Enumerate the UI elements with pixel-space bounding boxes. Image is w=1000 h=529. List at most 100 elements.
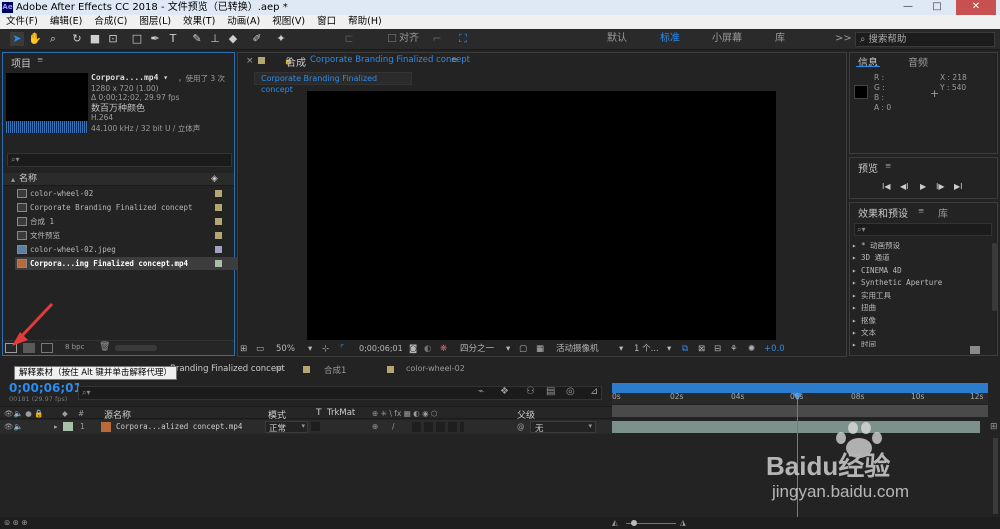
roto-brush-tool-icon[interactable]: ✐ [250, 32, 264, 46]
switches-icons[interactable]: ⊕ ✳ \ fx ▦ ◐ ◉ ⬡ [372, 409, 438, 418]
zoom-dropdown[interactable]: 50% [276, 341, 295, 357]
panel-menu-icon[interactable]: ≡ [451, 55, 457, 64]
timeline-tab-comp1[interactable]: 合成1 [324, 364, 346, 376]
column-trkmat[interactable]: TrkMat [327, 408, 355, 418]
selection-tool-icon[interactable]: ➤ [10, 32, 24, 46]
reset-exposure-icon[interactable]: ✺ [748, 341, 755, 357]
column-name[interactable]: 名称 [19, 173, 37, 186]
workspace-small-screen[interactable]: 小屏幕 [712, 32, 742, 46]
type-tool-icon[interactable]: T [166, 32, 180, 46]
effect-category[interactable]: ▸ CINEMA 4D [852, 265, 902, 277]
snap-checkbox[interactable]: ☐ [385, 32, 399, 46]
panel-menu-icon[interactable]: ≡ [275, 364, 283, 374]
effect-category[interactable]: ▸ 实用工具 [852, 290, 891, 302]
maximize-button[interactable]: □ [924, 0, 950, 15]
pickwhip-icon[interactable]: @ [517, 422, 525, 431]
work-area-range[interactable] [612, 405, 988, 417]
label-swatch[interactable] [215, 218, 222, 225]
footage-name[interactable]: Corpora....mp4 ▾ [91, 73, 168, 82]
puppet-tool-icon[interactable]: ✦ [274, 32, 288, 46]
timeline-timecode[interactable]: 0;00;06;01 [9, 381, 82, 395]
effect-category[interactable]: ▸ Synthetic Aperture [852, 277, 942, 289]
menu-layer[interactable]: 图层(L) [133, 15, 177, 29]
rotate-tool-icon[interactable]: ↻ [70, 32, 84, 46]
minimize-button[interactable]: — [895, 0, 921, 15]
zoom-tool-icon[interactable]: ⌕ [46, 32, 60, 46]
menu-help[interactable]: 帮助(H) [342, 15, 388, 29]
scroll-icon[interactable]: ⊞ [990, 422, 998, 432]
workspace-library[interactable]: 库 [775, 32, 785, 46]
trash-icon[interactable]: 🗑 [99, 342, 110, 352]
visibility-icon[interactable]: 👁🔈 [4, 422, 23, 431]
workspace-standard[interactable]: 标准 [660, 32, 680, 46]
bit-depth-button[interactable]: 8 bpc [65, 343, 84, 351]
panel-menu-icon[interactable]: ≡ [37, 55, 43, 64]
panel-menu-icon[interactable]: ≡ [918, 206, 924, 215]
number-icon[interactable]: # [78, 409, 84, 418]
composition-mini-flowchart-icon[interactable]: ⌁ [478, 386, 484, 397]
camera-dropdown[interactable]: 活动摄像机 [556, 341, 599, 357]
effects-scrollbar[interactable] [992, 243, 997, 311]
magnification-icon[interactable]: ⊞ [240, 341, 247, 357]
label-swatch[interactable] [215, 260, 222, 267]
play-icon[interactable]: ▶ [920, 182, 926, 191]
close-tab-icon[interactable]: × [246, 56, 254, 66]
menu-effect[interactable]: 效果(T) [177, 15, 221, 29]
expand-arrow-icon[interactable]: ▸ [54, 422, 58, 431]
label-column-icon[interactable]: ◈ [211, 173, 218, 186]
chevron-down-icon[interactable]: ▾ [619, 341, 623, 357]
menu-composition[interactable]: 合成(C) [88, 15, 133, 29]
chevron-down-icon[interactable]: ▾ [506, 341, 510, 357]
show-snapshot-icon[interactable]: ◐ [424, 341, 431, 357]
blend-mode-dropdown[interactable]: 正常 ▾ [265, 421, 308, 434]
zoom-out-icon[interactable]: ◭ [612, 518, 618, 527]
label-swatch[interactable] [215, 232, 222, 239]
label-swatch[interactable] [215, 204, 222, 211]
project-search-input[interactable]: ⌕▾ [7, 153, 232, 167]
column-t[interactable]: T [316, 408, 322, 418]
hand-tool-icon[interactable]: ✋ [28, 32, 42, 46]
zoom-slider-handle[interactable] [631, 520, 637, 526]
comp-tab[interactable]: Corporate Branding Finalized concept [254, 72, 412, 94]
mask-visibility-icon[interactable]: ⌜ [340, 341, 344, 357]
timeline-tab-active[interactable]: Branding Finalized concept [170, 364, 285, 374]
menu-window[interactable]: 窗口 [311, 15, 342, 29]
effects-search-input[interactable]: ⌕▾ [854, 223, 992, 236]
shy-icon[interactable]: ⚇ [526, 386, 535, 397]
rectangle-tool-icon[interactable]: □ [130, 32, 144, 46]
project-item[interactable]: color-wheel-02 [15, 187, 237, 200]
graph-editor-icon[interactable]: ⊿ [590, 386, 598, 397]
workspace-default[interactable]: 默认 [607, 32, 627, 46]
preserve-transparency-checkbox[interactable] [311, 422, 320, 431]
exposure-value[interactable]: +0.0 [764, 341, 785, 357]
snap-feature-icon[interactable]: ⛶ [456, 32, 470, 46]
chevron-down-icon[interactable]: ▾ [667, 341, 671, 357]
pen-tool-icon[interactable]: ✒ [148, 32, 162, 46]
fast-previews-icon[interactable]: ⊠ [698, 341, 705, 357]
effect-category[interactable]: ▸ 扭曲 [852, 302, 876, 314]
local-axis-icon[interactable]: ⊏ [342, 32, 356, 46]
pan-behind-tool-icon[interactable]: ⊡ [106, 32, 120, 46]
composition-viewer[interactable] [307, 91, 776, 340]
timeline-icon[interactable]: ⊟ [714, 341, 721, 357]
safe-zones-icon[interactable]: ⊹ [322, 341, 329, 357]
draft-3d-icon[interactable]: ❖ [500, 386, 509, 397]
next-frame-icon[interactable]: I▶ [936, 182, 945, 191]
timeline-search-input[interactable]: ⌕▾ [78, 386, 602, 400]
first-frame-icon[interactable]: I◀ [882, 182, 891, 191]
close-button[interactable]: ✕ [956, 0, 996, 15]
menu-file[interactable]: 文件(F) [0, 15, 44, 29]
status-icons[interactable]: ⊜ ⊛ ⊕ [4, 518, 28, 527]
menu-edit[interactable]: 编辑(E) [44, 15, 88, 29]
project-item[interactable]: Corporate Branding Finalized concept [15, 201, 237, 214]
monitor-icon[interactable]: ▭ [256, 341, 264, 357]
last-frame-icon[interactable]: ▶I [954, 182, 963, 191]
frame-blending-icon[interactable]: ▤ [546, 386, 555, 397]
effect-category[interactable]: ▸ 文本 [852, 327, 876, 339]
eraser-tool-icon[interactable]: ◆ [226, 32, 240, 46]
effect-category[interactable]: ▸ 抠像 [852, 315, 876, 327]
motion-blur-icon[interactable]: ◎ [566, 386, 575, 397]
brush-tool-icon[interactable]: ✎ [190, 32, 204, 46]
camera-tool-icon[interactable]: ■ [88, 32, 102, 46]
layer-label-swatch[interactable] [63, 422, 73, 431]
